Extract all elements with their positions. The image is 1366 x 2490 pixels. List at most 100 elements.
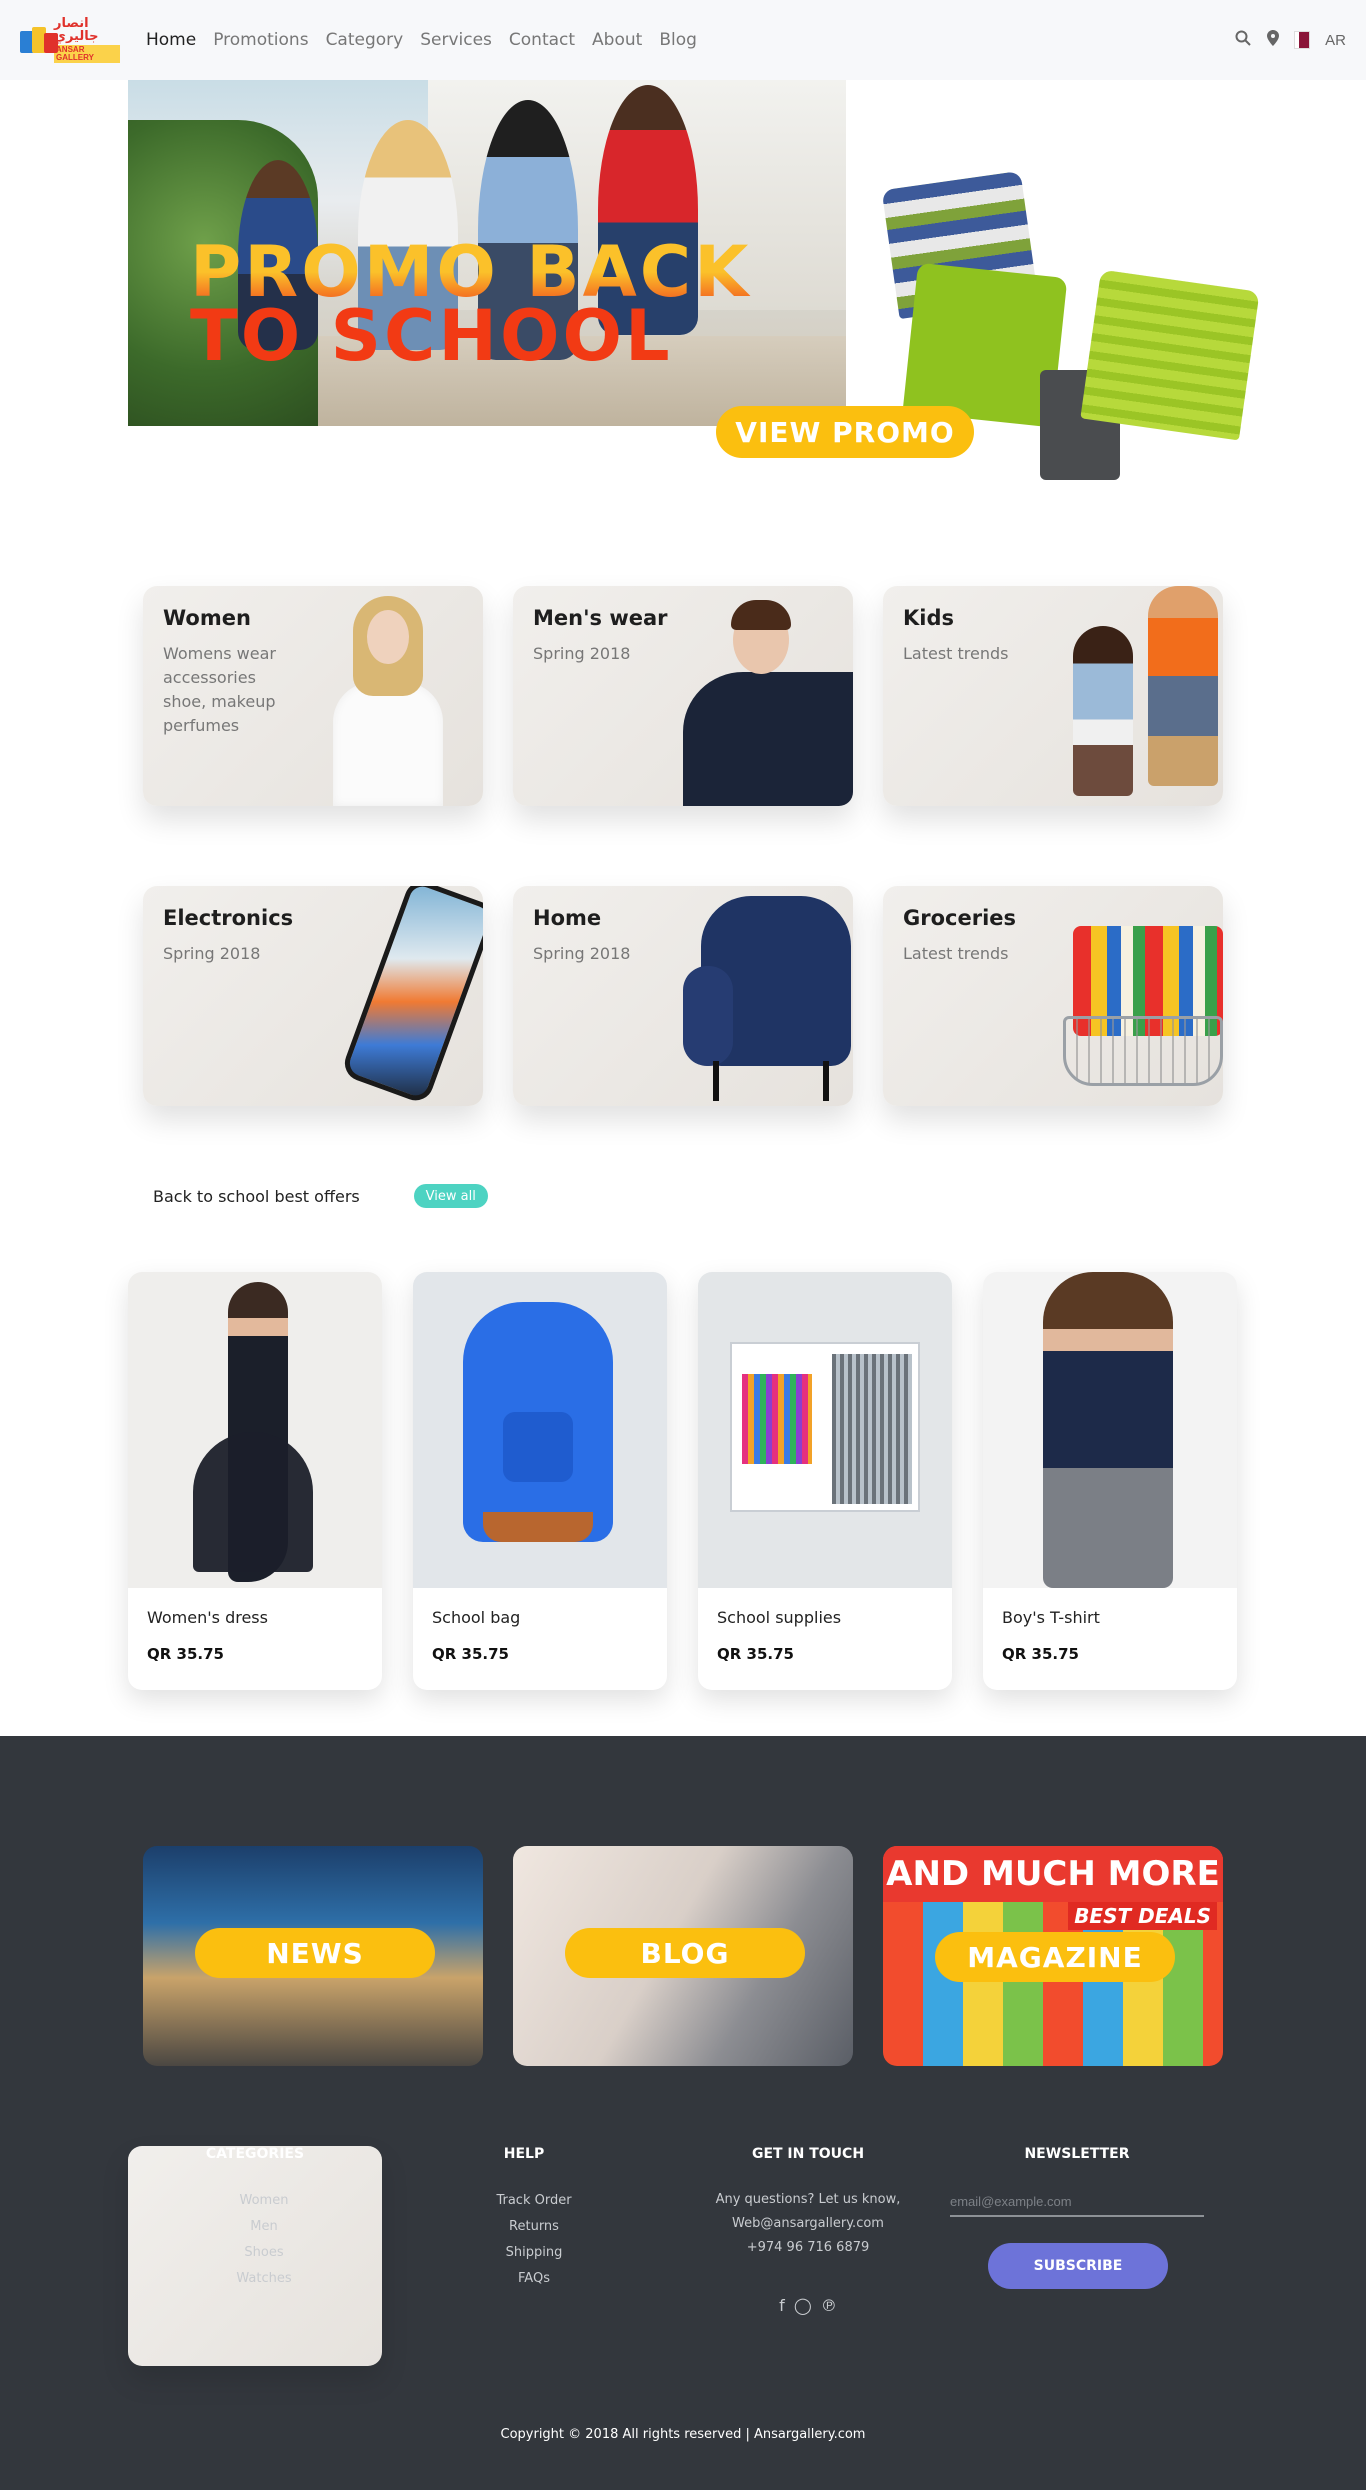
hero-title-line-2: TO SCHOOL	[190, 295, 673, 377]
footer-categories: CATEGORIES Women Men Shoes Watches	[128, 2146, 382, 2366]
category-subtitle: Spring 2018	[533, 944, 631, 963]
footer-link-women[interactable]: Women	[240, 2193, 289, 2208]
footer-link-shoes[interactable]: Shoes	[244, 2245, 283, 2260]
category-card-kids[interactable]: Kids Latest trends	[883, 586, 1223, 806]
pinterest-icon[interactable]: ℗	[821, 2296, 837, 2315]
category-title: Kids	[903, 606, 955, 630]
category-card-mens-wear[interactable]: Men's wear Spring 2018	[513, 586, 853, 806]
footer-link-shipping[interactable]: Shipping	[506, 2245, 563, 2260]
nav-category[interactable]: Category	[326, 30, 404, 50]
location-pin-icon[interactable]	[1267, 30, 1280, 50]
product-price: QR 35.75	[1002, 1645, 1079, 1663]
contact-email[interactable]: Web@ansargallery.com	[666, 2212, 950, 2236]
footer-link-returns[interactable]: Returns	[509, 2219, 559, 2234]
footer-columns: CATEGORIES Women Men Shoes Watches HELP …	[128, 2146, 1366, 2366]
logo-mark-icon	[20, 25, 58, 55]
footer-help: HELP Track Order Returns Shipping FAQs	[382, 2146, 666, 2366]
product-image-tshirt	[983, 1272, 1237, 1588]
category-title: Women	[163, 606, 251, 630]
nav-home[interactable]: Home	[146, 30, 196, 50]
newsletter-email-input[interactable]	[950, 2188, 1204, 2217]
footer-link-men[interactable]: Men	[250, 2219, 277, 2234]
product-image-bag	[413, 1272, 667, 1588]
footer-newsletter: NEWSLETTER SUBSCRIBE	[950, 2146, 1204, 2366]
hero-title: PROMO BACK TO SCHOOL	[190, 237, 751, 377]
nav-services[interactable]: Services	[420, 30, 492, 50]
ansar-gallery-logo[interactable]: انصار جاليري ANSAR GALLERY	[20, 16, 120, 63]
hero-banner: PROMO BACK TO SCHOOL VIEW PROMO	[0, 80, 1366, 480]
product-card[interactable]: Women's dress QR 35.75	[128, 1272, 382, 1690]
offers-header: Back to school best offers View all	[153, 1184, 1366, 1208]
facebook-icon[interactable]: f	[779, 2296, 785, 2315]
news-button[interactable]: NEWS	[195, 1928, 435, 1978]
nav-contact[interactable]: Contact	[509, 30, 575, 50]
view-all-button[interactable]: View all	[413, 1184, 488, 1208]
contact-text: Any questions? Let us know,	[715, 2192, 901, 2207]
footer-heading: GET IN TOUCH	[751, 2146, 865, 2162]
best-deals-label: BEST DEALS	[1068, 1902, 1217, 1930]
logo-text-en: ANSAR GALLERY	[54, 45, 120, 63]
main-menu: Home Promotions Category Services Contac…	[146, 30, 697, 50]
category-title: Groceries	[903, 906, 1017, 930]
footer-link-watches[interactable]: Watches	[236, 2271, 291, 2286]
smartphone-image	[339, 886, 483, 1106]
qatar-flag-icon[interactable]	[1295, 32, 1310, 48]
category-card-women[interactable]: Women Womens wear accessories shoe, make…	[143, 586, 483, 806]
blog-button[interactable]: BLOG	[565, 1928, 805, 1978]
blog-tile[interactable]: BLOG	[513, 1846, 853, 2066]
category-title: Home	[533, 906, 602, 930]
instagram-icon[interactable]: ◯	[794, 2296, 812, 2315]
product-name: School bag	[432, 1608, 521, 1627]
contact-phone[interactable]: +974 96 716 6879	[666, 2236, 950, 2260]
product-price: QR 35.75	[147, 1645, 224, 1663]
category-subtitle: Womens wear accessories shoe, makeup per…	[163, 644, 276, 735]
footer-heading: HELP	[503, 2146, 545, 2162]
product-name: School supplies	[717, 1608, 842, 1627]
footer-promo-tiles: NEWS BLOG AND MUCH MORE BEST DEALS MAGAZ…	[0, 1736, 1366, 2066]
social-links: f ◯ ℗	[666, 2296, 950, 2315]
product-price: QR 35.75	[432, 1645, 509, 1663]
footer-heading: CATEGORIES	[205, 2146, 305, 2162]
product-image-dress	[128, 1272, 382, 1588]
category-card-home[interactable]: Home Spring 2018	[513, 886, 853, 1106]
product-image-supplies	[698, 1272, 952, 1588]
category-card-electronics[interactable]: Electronics Spring 2018	[143, 886, 483, 1106]
nav-about[interactable]: About	[592, 30, 642, 50]
offers-title: Back to school best offers	[153, 1186, 360, 1206]
category-title: Electronics	[163, 906, 294, 930]
category-card-groceries[interactable]: Groceries Latest trends	[883, 886, 1223, 1106]
magazine-banner: AND MUCH MORE	[883, 1846, 1223, 1902]
product-card[interactable]: School supplies QR 35.75	[698, 1272, 952, 1690]
footer-link-track-order[interactable]: Track Order	[496, 2193, 571, 2208]
product-name: Boy's T-shirt	[1002, 1608, 1100, 1627]
nav-blog[interactable]: Blog	[659, 30, 697, 50]
category-subtitle: Spring 2018	[163, 944, 261, 963]
grocery-basket-image	[1063, 926, 1223, 1096]
news-tile[interactable]: NEWS	[143, 1846, 483, 2066]
product-card[interactable]: Boy's T-shirt QR 35.75	[983, 1272, 1237, 1690]
magazine-tile[interactable]: AND MUCH MORE BEST DEALS MAGAZINE	[883, 1846, 1223, 2066]
category-grid: Women Womens wear accessories shoe, make…	[143, 586, 1366, 1106]
category-subtitle: Latest trends	[903, 944, 1009, 963]
footer-heading: NEWSLETTER	[1024, 2146, 1130, 2162]
product-card[interactable]: School bag QR 35.75	[413, 1272, 667, 1690]
category-subtitle: Spring 2018	[533, 644, 631, 663]
armchair-image	[683, 886, 853, 1106]
footer: NEWS BLOG AND MUCH MORE BEST DEALS MAGAZ…	[0, 1736, 1366, 2490]
magazine-button[interactable]: MAGAZINE	[935, 1932, 1175, 1982]
kids-models-image	[1053, 586, 1223, 806]
nav-promotions[interactable]: Promotions	[213, 30, 308, 50]
top-navbar: انصار جاليري ANSAR GALLERY Home Promotio…	[0, 0, 1366, 80]
women-model-image	[323, 596, 453, 806]
men-model-image	[673, 596, 853, 806]
product-grid: Women's dress QR 35.75 School bag QR 35.…	[128, 1272, 1366, 1690]
search-icon[interactable]	[1235, 30, 1251, 50]
view-promo-button[interactable]: VIEW PROMO	[716, 406, 974, 458]
logo-text-ar: انصار جاليري	[54, 16, 99, 44]
footer-link-faqs[interactable]: FAQs	[518, 2271, 550, 2286]
footer-get-in-touch: GET IN TOUCH Any questions? Let us know,…	[666, 2146, 950, 2366]
language-toggle[interactable]: AR	[1325, 32, 1346, 49]
subscribe-button[interactable]: SUBSCRIBE	[988, 2243, 1168, 2289]
category-title: Men's wear	[533, 606, 668, 630]
product-name: Women's dress	[147, 1608, 268, 1627]
